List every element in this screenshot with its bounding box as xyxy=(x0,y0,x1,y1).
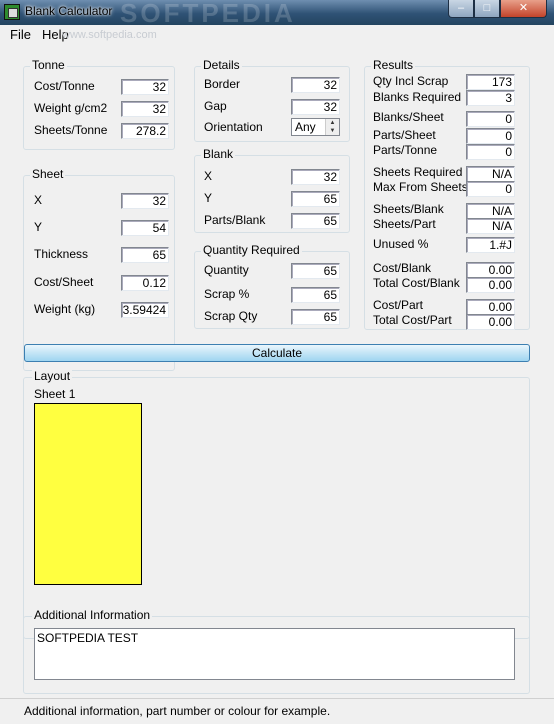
status-text: Additional information, part number or c… xyxy=(24,704,331,718)
quantity-group-title: Quantity Required xyxy=(201,243,302,257)
spin-up-icon[interactable]: ▲ xyxy=(326,119,339,127)
total-cost-part-label: Total Cost/Part xyxy=(373,313,452,327)
cost-sheet-label: Cost/Sheet xyxy=(34,275,94,289)
gap-field[interactable]: 32 xyxy=(291,99,340,115)
total-cost-blank-label: Total Cost/Blank xyxy=(373,276,460,290)
orientation-value: Any xyxy=(295,120,316,134)
orientation-spinner[interactable]: Any ▲ ▼ xyxy=(291,118,340,136)
gap-label: Gap xyxy=(204,99,227,113)
status-bar: Additional information, part number or c… xyxy=(0,698,554,724)
calculate-button[interactable]: Calculate xyxy=(24,344,530,362)
sheet-group-title: Sheet xyxy=(30,167,66,181)
qty-incl-scrap-field: 173 xyxy=(466,74,515,90)
sheets-tonne-label: Sheets/Tonne xyxy=(34,123,108,137)
menu-bar: File Help www.softpedia.com xyxy=(0,25,554,44)
blank-y-label: Y xyxy=(204,191,213,205)
sheet-layout-preview xyxy=(34,403,142,585)
parts-tonne-field: 0 xyxy=(466,144,515,160)
window-title: Blank Calculator xyxy=(25,4,113,18)
blank-x-label: X xyxy=(204,169,213,183)
quantity-field[interactable]: 65 xyxy=(291,263,340,279)
parts-blank-field[interactable]: 65 xyxy=(291,213,340,229)
max-from-sheets-label: Max From Sheets xyxy=(373,180,468,194)
cost-tonne-field[interactable]: 32 xyxy=(121,79,169,95)
additional-info-textarea[interactable]: SOFTPEDIA TEST xyxy=(34,628,515,680)
sheets-part-label: Sheets/Part xyxy=(373,217,436,231)
menu-file[interactable]: File xyxy=(10,27,31,42)
total-cost-blank-field: 0.00 xyxy=(466,277,515,293)
scrap-pct-label: Scrap % xyxy=(204,287,250,301)
results-group-title: Results xyxy=(371,58,416,72)
close-button[interactable]: ✕ xyxy=(500,0,547,18)
parts-sheet-field: 0 xyxy=(466,128,515,144)
spinner-arrows[interactable]: ▲ ▼ xyxy=(325,119,339,135)
sheet-y-field[interactable]: 54 xyxy=(121,220,169,236)
sheet-y-label: Y xyxy=(34,220,43,234)
sheet-1-label: Sheet 1 xyxy=(34,387,76,401)
cost-tonne-label: Cost/Tonne xyxy=(34,79,95,93)
cost-blank-label: Cost/Blank xyxy=(373,261,432,275)
sheets-tonne-field: 278.2 xyxy=(121,123,169,139)
border-field[interactable]: 32 xyxy=(291,77,340,93)
scrap-pct-field[interactable]: 65 xyxy=(291,287,340,303)
orientation-label: Orientation xyxy=(204,120,263,134)
sheets-blank-label: Sheets/Blank xyxy=(373,202,444,216)
parts-sheet-label: Parts/Sheet xyxy=(373,128,436,142)
menu-watermark: www.softpedia.com xyxy=(62,29,157,41)
blanks-sheet-field: 0 xyxy=(466,111,515,127)
title-bar: Blank Calculator SOFTPEDIA – □ ✕ xyxy=(0,0,554,28)
minimize-button[interactable]: – xyxy=(448,0,474,18)
sheets-required-label: Sheets Required xyxy=(373,165,463,179)
layout-group-title: Layout xyxy=(32,369,73,383)
tonne-group-title: Tonne xyxy=(30,58,67,72)
blanks-sheet-label: Blanks/Sheet xyxy=(373,110,444,124)
blank-group-title: Blank xyxy=(201,147,236,161)
weight-gcm2-label: Weight g/cm2 xyxy=(34,101,108,115)
quantity-label: Quantity xyxy=(204,263,249,277)
blanks-required-field: 3 xyxy=(466,90,515,106)
maximize-button[interactable]: □ xyxy=(474,0,500,18)
details-group-title: Details xyxy=(201,58,242,72)
blanks-required-label: Blanks Required xyxy=(373,90,462,104)
qty-incl-scrap-label: Qty Incl Scrap xyxy=(373,74,449,88)
spin-down-icon[interactable]: ▼ xyxy=(326,127,339,135)
sheets-part-field: N/A xyxy=(466,218,515,234)
client-area: Tonne Cost/Tonne 32 Weight g/cm2 32 Shee… xyxy=(0,44,554,724)
scrap-qty-label: Scrap Qty xyxy=(204,309,258,323)
unused-pct-field: 1.#J xyxy=(466,237,515,253)
sheet-x-field[interactable]: 32 xyxy=(121,193,169,209)
cost-part-field: 0.00 xyxy=(466,299,515,315)
total-cost-part-field: 0.00 xyxy=(466,314,515,330)
sheets-required-field: N/A xyxy=(466,166,515,182)
cost-sheet-field: 0.12 xyxy=(121,275,169,291)
blank-x-field[interactable]: 32 xyxy=(291,169,340,185)
unused-pct-label: Unused % xyxy=(373,237,429,251)
weight-gcm2-field[interactable]: 32 xyxy=(121,101,169,117)
scrap-qty-field[interactable]: 65 xyxy=(291,309,340,325)
parts-blank-label: Parts/Blank xyxy=(204,213,266,227)
sheets-blank-field: N/A xyxy=(466,203,515,219)
additional-group-title: Additional Information xyxy=(32,608,153,622)
app-icon[interactable] xyxy=(4,4,20,20)
blank-y-field[interactable]: 65 xyxy=(291,191,340,207)
cost-blank-field: 0.00 xyxy=(466,262,515,278)
thickness-label: Thickness xyxy=(34,247,89,261)
thickness-field[interactable]: 65 xyxy=(121,247,169,263)
border-label: Border xyxy=(204,77,241,91)
weight-kg-label: Weight (kg) xyxy=(34,302,96,316)
parts-tonne-label: Parts/Tonne xyxy=(373,143,438,157)
weight-kg-field: 3.59424 xyxy=(121,302,169,318)
sheet-x-label: X xyxy=(34,193,43,207)
cost-part-label: Cost/Part xyxy=(373,298,424,312)
max-from-sheets-field: 0 xyxy=(466,181,515,197)
